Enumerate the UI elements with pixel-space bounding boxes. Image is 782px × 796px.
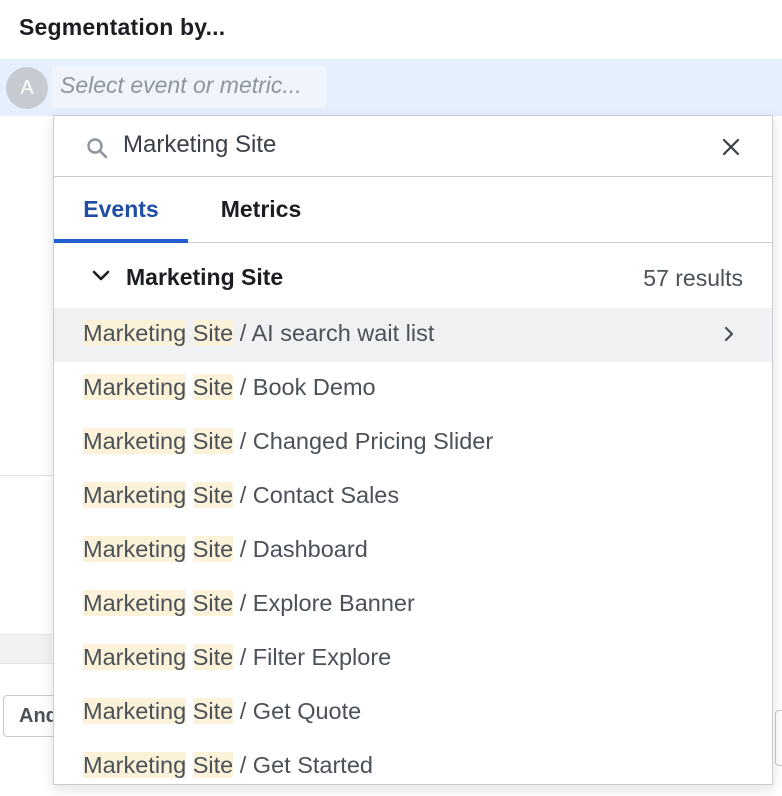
highlight-match: Marketing xyxy=(83,536,187,562)
highlight-match: Marketing xyxy=(83,590,187,616)
highlight-match: Site xyxy=(192,698,234,724)
list-item[interactable]: Marketing Site / AI search wait list xyxy=(54,308,772,362)
highlight-match: Site xyxy=(192,644,234,670)
list-item-label: / Get Started xyxy=(233,752,373,778)
list-item-label: / Contact Sales xyxy=(233,482,400,508)
list-item[interactable]: Marketing Site / Contact Sales xyxy=(54,470,772,524)
background-button[interactable] xyxy=(775,710,782,766)
list-item[interactable]: Marketing Site / Book Demo xyxy=(54,362,772,416)
group-title: Marketing Site xyxy=(126,264,284,290)
highlight-match: Marketing xyxy=(83,644,187,670)
chevron-right-icon[interactable] xyxy=(722,325,736,343)
tab-events[interactable]: Events xyxy=(54,177,188,243)
highlight-match: Marketing xyxy=(83,482,187,508)
list-item[interactable]: Marketing Site / Get Quote xyxy=(54,686,772,740)
highlight-match: Site xyxy=(192,374,234,400)
highlight-match: Marketing xyxy=(83,374,187,400)
search-input[interactable]: Marketing Site xyxy=(123,131,276,159)
event-select-input[interactable]: Select event or metric... xyxy=(52,66,326,108)
list-item[interactable]: Marketing Site / Changed Pricing Slider xyxy=(54,416,772,470)
list-item[interactable]: Marketing Site / Dashboard xyxy=(54,524,772,578)
highlight-match: Site xyxy=(192,320,234,346)
group-count: 57 results xyxy=(643,265,743,291)
tab-metrics[interactable]: Metrics xyxy=(188,177,334,243)
segmentation-title: Segmentation by... xyxy=(19,14,226,40)
close-icon[interactable] xyxy=(718,134,744,160)
result-list: Marketing Site / AI search wait list Mar… xyxy=(54,308,772,784)
search-icon xyxy=(87,138,108,159)
list-item-label: / Changed Pricing Slider xyxy=(233,428,494,454)
list-item[interactable]: Marketing Site / Explore Banner xyxy=(54,578,772,632)
tab-bar: Events Metrics xyxy=(54,177,772,243)
background-band xyxy=(0,634,52,664)
highlight-match: Site xyxy=(192,536,234,562)
list-item-label: / Explore Banner xyxy=(233,590,415,616)
highlight-match: Site xyxy=(192,752,234,778)
list-item-label: / Book Demo xyxy=(233,374,376,400)
list-item[interactable]: Marketing Site / Get Started xyxy=(54,740,772,784)
highlight-match: Site xyxy=(192,590,234,616)
event-dropdown: Marketing Site Events Metrics Marketing … xyxy=(53,115,773,785)
highlight-match: Site xyxy=(192,482,234,508)
highlight-match: Marketing xyxy=(83,320,187,346)
list-item-label: / Filter Explore xyxy=(233,644,392,670)
chevron-down-icon[interactable] xyxy=(91,268,111,284)
search-bar: Marketing Site xyxy=(54,116,772,177)
highlight-match: Marketing xyxy=(83,428,187,454)
list-item-label: / Get Quote xyxy=(233,698,362,724)
list-item[interactable]: Marketing Site / Filter Explore xyxy=(54,632,772,686)
highlight-match: Marketing xyxy=(83,752,187,778)
list-item-label: / AI search wait list xyxy=(233,320,435,346)
avatar: A xyxy=(6,67,48,109)
background-divider xyxy=(0,475,52,476)
highlight-match: Marketing xyxy=(83,698,187,724)
group-header[interactable]: Marketing Site 57 results xyxy=(54,244,772,306)
list-item-label: / Dashboard xyxy=(233,536,368,562)
highlight-match: Site xyxy=(192,428,234,454)
